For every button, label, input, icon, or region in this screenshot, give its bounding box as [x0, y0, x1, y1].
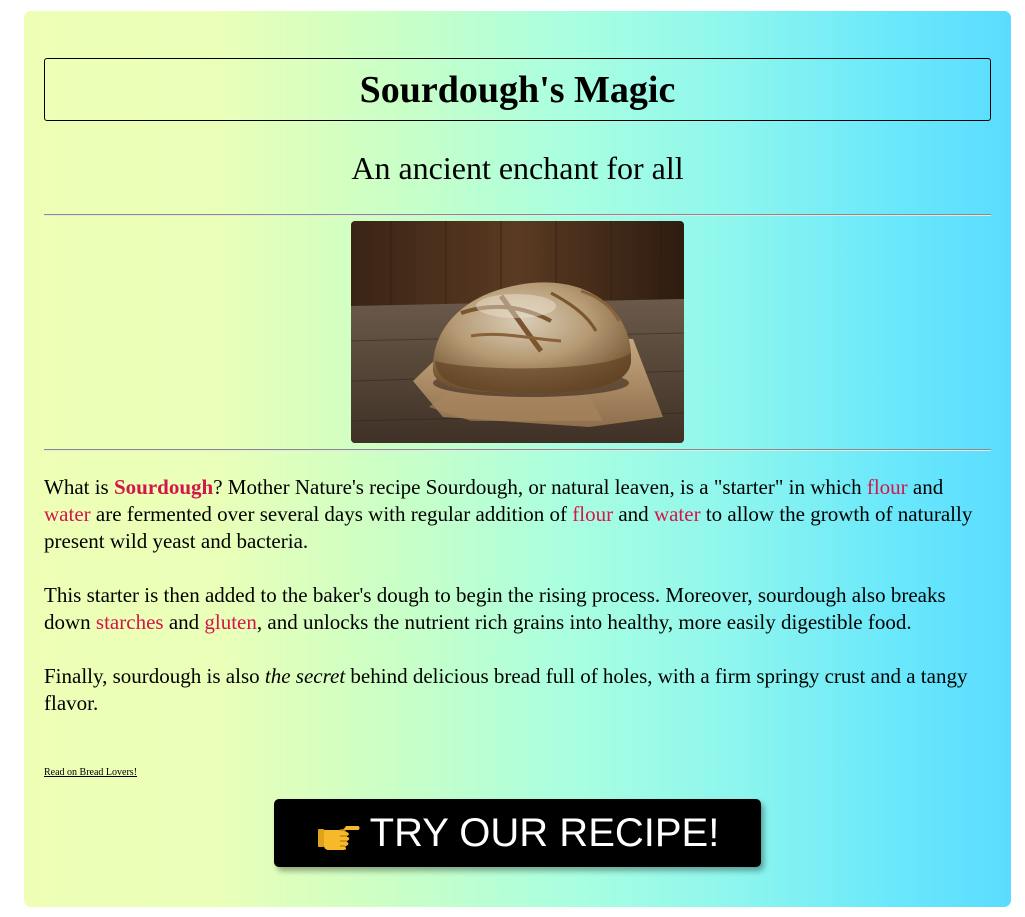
- emphasis-secret: the secret: [264, 664, 346, 688]
- divider-top: [44, 214, 991, 216]
- try-recipe-button[interactable]: TRY OUR RECIPE!: [274, 799, 761, 867]
- text: Finally, sourdough is also: [44, 664, 265, 688]
- page-title: Sourdough's Magic: [359, 68, 676, 111]
- keyword-flour: flour: [866, 475, 908, 499]
- try-recipe-label: TRY OUR RECIPE!: [369, 810, 720, 855]
- read-more-link[interactable]: Read on Bread Lovers!: [44, 767, 137, 779]
- divider-bottom: [44, 449, 991, 451]
- keyword-water: water: [44, 502, 91, 526]
- text: and: [163, 610, 205, 634]
- main-card: Sourdough's Magic An ancient enchant for…: [24, 11, 1011, 907]
- keyword-flour: flour: [572, 502, 614, 526]
- text: and: [613, 502, 654, 526]
- paragraph-what-is: What is Sourdough? Mother Nature's recip…: [44, 474, 991, 555]
- keyword-gluten: gluten: [204, 610, 257, 634]
- pointing-hand-icon: [316, 816, 360, 861]
- text: ? Mother Nature's recipe Sourdough, or n…: [213, 475, 867, 499]
- sourdough-photo: [351, 221, 684, 443]
- keyword-starches: starches: [95, 610, 164, 634]
- page-subtitle: An ancient enchant for all: [351, 150, 684, 186]
- title-box: Sourdough's Magic: [44, 58, 991, 121]
- paragraph-finally: Finally, sourdough is also the secret be…: [44, 663, 991, 717]
- article-body: What is Sourdough? Mother Nature's recip…: [44, 474, 991, 744]
- keyword-water: water: [653, 502, 701, 526]
- paragraph-starter: This starter is then added to the baker'…: [44, 582, 991, 636]
- text: What is: [44, 475, 114, 499]
- keyword-sourdough: Sourdough: [113, 475, 214, 499]
- text: and: [907, 475, 944, 499]
- text: , and unlocks the nutrient rich grains i…: [256, 610, 912, 634]
- text: are fermented over several days with reg…: [90, 502, 573, 526]
